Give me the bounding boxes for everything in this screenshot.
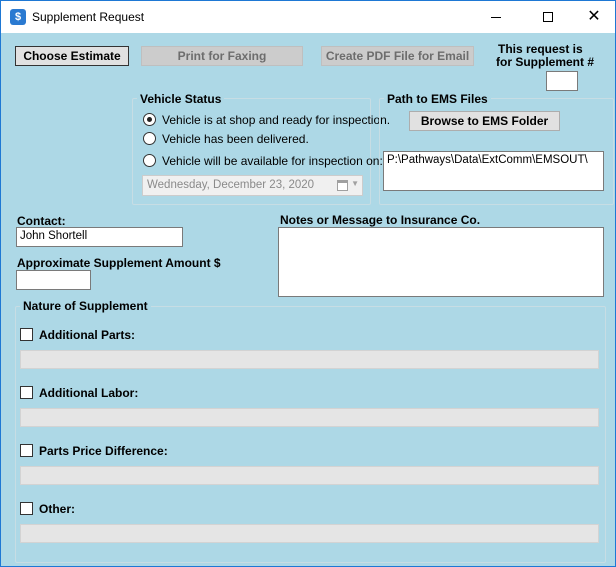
- close-icon: ✕: [587, 8, 601, 25]
- supplement-number-label-line1: This request is: [498, 42, 583, 56]
- radio-delivered-label: Vehicle has been delivered.: [162, 132, 309, 146]
- chevron-down-icon: ▼: [351, 179, 359, 188]
- choose-estimate-button[interactable]: Choose Estimate: [15, 46, 129, 66]
- additional-parts-detail[interactable]: [20, 350, 599, 369]
- parts-price-difference-label: Parts Price Difference:: [39, 444, 168, 458]
- nature-of-supplement-title: Nature of Supplement: [20, 299, 151, 313]
- notes-textarea[interactable]: [278, 227, 604, 297]
- maximize-button[interactable]: [525, 1, 571, 33]
- radio-available-on-label: Vehicle will be available for inspection…: [162, 154, 383, 168]
- amount-label: Approximate Supplement Amount $: [17, 256, 221, 270]
- calendar-icon: [337, 180, 348, 191]
- minimize-icon: [491, 16, 501, 18]
- ems-path-field[interactable]: P:\Pathways\Data\ExtComm\EMSOUT\: [383, 151, 604, 191]
- contact-label: Contact:: [17, 214, 66, 228]
- radio-available-on[interactable]: [143, 154, 156, 167]
- parts-price-difference-detail[interactable]: [20, 466, 599, 485]
- additional-parts-checkbox[interactable]: [20, 328, 33, 341]
- app-icon: $: [10, 9, 26, 25]
- maximize-icon: [543, 12, 553, 22]
- other-detail[interactable]: [20, 524, 599, 543]
- close-button[interactable]: ✕: [571, 1, 616, 33]
- additional-parts-label: Additional Parts:: [39, 328, 136, 342]
- ems-path-title: Path to EMS Files: [384, 92, 491, 106]
- other-checkbox[interactable]: [20, 502, 33, 515]
- supplement-number-input[interactable]: [546, 71, 578, 91]
- print-for-faxing-button[interactable]: Print for Faxing: [141, 46, 303, 66]
- minimize-button[interactable]: [473, 1, 519, 33]
- additional-labor-detail[interactable]: [20, 408, 599, 427]
- browse-ems-folder-button[interactable]: Browse to EMS Folder: [409, 111, 560, 131]
- inspection-date-picker[interactable]: Wednesday, December 23, 2020 ▼: [142, 175, 363, 196]
- vehicle-status-title: Vehicle Status: [137, 92, 225, 106]
- title-bar[interactable]: $ Supplement Request ✕: [1, 1, 615, 33]
- window-title: Supplement Request: [32, 10, 145, 24]
- inspection-date-value: Wednesday, December 23, 2020: [147, 179, 315, 191]
- parts-price-difference-checkbox[interactable]: [20, 444, 33, 457]
- other-label: Other:: [39, 502, 75, 516]
- additional-labor-label: Additional Labor:: [39, 386, 139, 400]
- contact-input[interactable]: John Shortell: [16, 227, 183, 247]
- radio-at-shop-label: Vehicle is at shop and ready for inspect…: [162, 113, 391, 127]
- radio-delivered[interactable]: [143, 132, 156, 145]
- create-pdf-button[interactable]: Create PDF File for Email: [321, 46, 474, 66]
- supplement-request-window: $ Supplement Request ✕ Choose Estimate P…: [0, 0, 616, 567]
- form-body: Choose Estimate Print for Faxing Create …: [1, 33, 615, 566]
- radio-at-shop[interactable]: [143, 113, 156, 126]
- notes-label: Notes or Message to Insurance Co.: [280, 213, 481, 227]
- supplement-number-label-line2: for Supplement #: [496, 55, 595, 69]
- additional-labor-checkbox[interactable]: [20, 386, 33, 399]
- amount-input[interactable]: [16, 270, 91, 290]
